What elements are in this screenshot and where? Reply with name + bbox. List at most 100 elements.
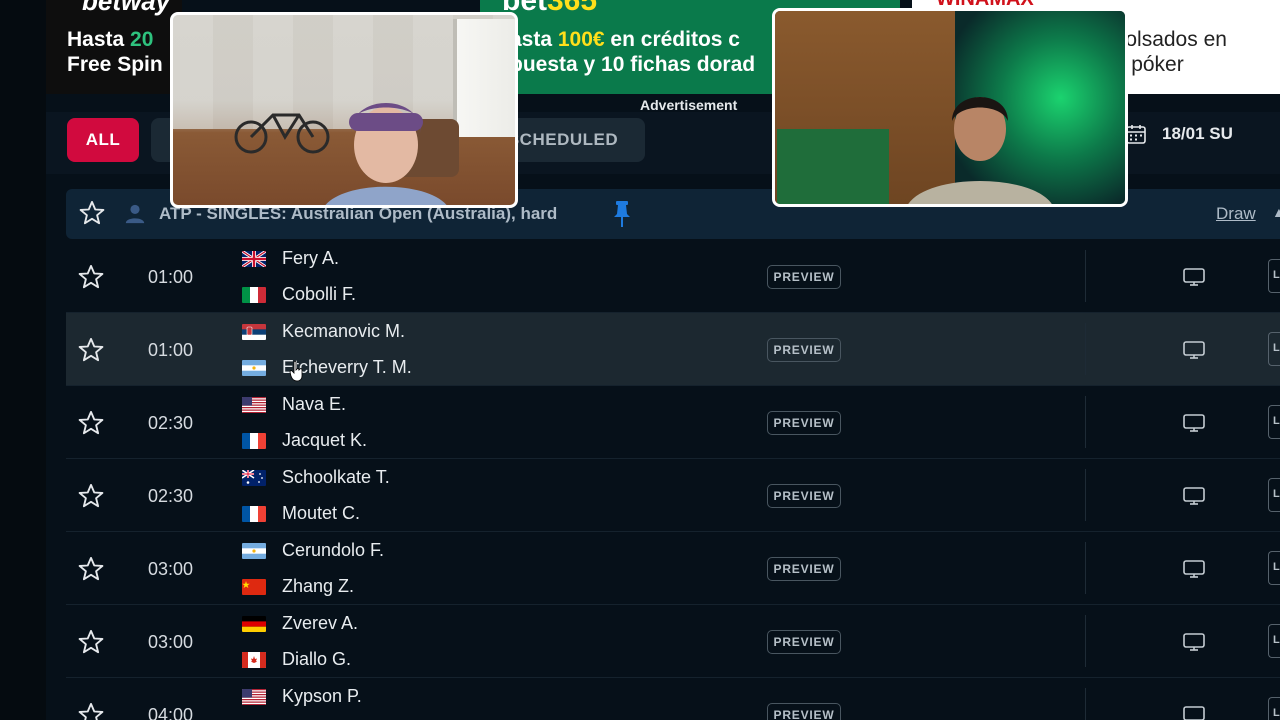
match-row[interactable]: 03:00 Zverev A. Diallo G. PREVIEW LI	[66, 605, 1280, 678]
player-home[interactable]: Nava E.	[242, 394, 346, 415]
match-time: 04:00	[148, 705, 194, 720]
column-divider	[1085, 396, 1086, 448]
ad-betway[interactable]: betway Hasta 20 Free Spin	[46, 0, 182, 94]
match-time: 01:00	[148, 340, 194, 360]
preview-button[interactable]: PREVIEW	[767, 411, 841, 435]
player-name: Zhang Z.	[282, 576, 355, 596]
left-rail	[0, 0, 46, 720]
canada-flag-icon	[242, 651, 266, 668]
live-button[interactable]: LI	[1268, 332, 1280, 366]
ad-bet365-line1: asta 100€ en créditos c	[510, 28, 740, 51]
uk-flag-icon	[242, 250, 266, 267]
match-row[interactable]: 01:00 Kecmanovic M. Etcheverry T. M. PREVIE…	[66, 313, 1280, 386]
live-button[interactable]: LI	[1268, 551, 1280, 585]
player-home[interactable]: Kypson P.	[242, 686, 362, 707]
preview-button[interactable]: PREVIEW	[767, 630, 841, 654]
match-row[interactable]: 04:00 Kypson P. PREVIEW LI	[66, 678, 1280, 720]
ad-bet365-line2: puesta y 10 fichas dorad	[510, 53, 756, 76]
italy-flag-icon	[242, 286, 266, 303]
match-time: 03:00	[148, 632, 194, 652]
player-name: Kecmanovic M.	[282, 321, 406, 341]
player-home[interactable]: Schoolkate T.	[242, 467, 390, 488]
preview-button[interactable]: PREVIEW	[767, 703, 841, 720]
page: betway Hasta 20 Free Spin bet365 asta 10…	[0, 0, 1280, 720]
match-list: 01:00 Fery A. Cobolli F. PREVIEW LI 01:00 Kecm…	[66, 240, 1280, 720]
preview-button[interactable]: PREVIEW	[767, 265, 841, 289]
match-row[interactable]: 02:30 Nava E. Jacquet K. PREVIEW LI	[66, 386, 1280, 459]
player-away[interactable]: Moutet C.	[242, 503, 360, 524]
match-time: 03:00	[148, 559, 194, 579]
china-flag-icon	[242, 578, 266, 595]
player-home[interactable]: Kecmanovic M.	[242, 321, 405, 342]
favorite-star-icon[interactable]	[77, 628, 105, 661]
live-button[interactable]: LI	[1268, 697, 1280, 720]
date-label: 18/01 SU	[1162, 124, 1233, 143]
match-row[interactable]: 01:00 Fery A. Cobolli F. PREVIEW LI	[66, 240, 1280, 313]
advertisement-label: Advertisement	[640, 97, 738, 113]
live-button[interactable]: LI	[1268, 478, 1280, 512]
argentina-flag-icon	[242, 359, 266, 376]
live-button[interactable]: LI	[1268, 405, 1280, 439]
preview-button[interactable]: PREVIEW	[767, 484, 841, 508]
match-row[interactable]: 03:00 Cerundolo F. Zhang Z. PREVIEW LI	[66, 532, 1280, 605]
column-divider	[1085, 688, 1086, 720]
preview-button[interactable]: PREVIEW	[767, 338, 841, 362]
player-away[interactable]: Etcheverry T. M.	[242, 357, 412, 378]
france-flag-icon	[242, 505, 266, 522]
argentina-flag-icon	[242, 542, 266, 559]
favorite-star-icon[interactable]	[77, 263, 105, 296]
france-flag-icon	[242, 432, 266, 449]
player-name: Jacquet K.	[282, 430, 368, 450]
favorite-star-icon[interactable]	[77, 336, 105, 369]
player-home[interactable]: Cerundolo F.	[242, 540, 384, 561]
favorite-tournament-star-icon[interactable]	[78, 199, 106, 227]
match-time: 02:30	[148, 486, 194, 506]
player-name: Cobolli F.	[282, 284, 357, 304]
tv-icon[interactable]	[1182, 412, 1206, 439]
australia-flag-icon	[242, 469, 266, 486]
favorite-star-icon[interactable]	[77, 555, 105, 588]
player-away[interactable]: Cobolli F.	[242, 284, 356, 305]
tv-icon[interactable]	[1182, 485, 1206, 512]
collapse-chevron-icon[interactable]: ▲	[1272, 204, 1280, 220]
usa-flag-icon	[242, 396, 266, 413]
tv-icon[interactable]	[1182, 631, 1206, 658]
player-name: Kypson P.	[282, 686, 362, 706]
serbia-flag-icon	[242, 323, 266, 340]
tv-icon[interactable]	[1182, 558, 1206, 585]
player-name: Zverev A.	[282, 613, 359, 633]
player-away[interactable]: Jacquet K.	[242, 430, 367, 451]
player-away[interactable]: Zhang Z.	[242, 576, 354, 597]
webcam-overlay-right	[772, 8, 1128, 207]
tv-icon[interactable]	[1182, 339, 1206, 366]
player-name: Cerundolo F.	[282, 540, 385, 560]
pin-icon[interactable]	[613, 201, 631, 227]
match-time: 02:30	[148, 413, 194, 433]
favorite-star-icon[interactable]	[77, 701, 105, 720]
match-time: 01:00	[148, 267, 194, 287]
column-divider	[1085, 615, 1086, 667]
live-button[interactable]: LI	[1268, 624, 1280, 658]
ad-betway-line1: Hasta 20	[67, 28, 154, 51]
player-name: Schoolkate T.	[282, 467, 390, 487]
filter-all-button[interactable]: ALL	[67, 118, 139, 162]
date-picker[interactable]: 18/01 SU	[1124, 122, 1233, 146]
tv-icon[interactable]	[1182, 704, 1206, 720]
player-home[interactable]: Zverev A.	[242, 613, 358, 634]
match-row[interactable]: 02:30 Schoolkate T. Moutet C. PREVIEW LI	[66, 459, 1280, 532]
preview-button[interactable]: PREVIEW	[767, 557, 841, 581]
draw-link[interactable]: Draw	[1216, 204, 1256, 224]
player-name: Moutet C.	[282, 503, 361, 523]
mouse-cursor-icon	[289, 360, 303, 382]
player-name: Nava E.	[282, 394, 347, 414]
webcam-overlay-left	[170, 12, 518, 208]
favorite-star-icon[interactable]	[77, 482, 105, 515]
live-button[interactable]: LI	[1268, 259, 1280, 293]
person-icon	[125, 204, 145, 224]
player-home[interactable]: Fery A.	[242, 248, 339, 269]
germany-flag-icon	[242, 615, 266, 632]
player-name: Fery A.	[282, 248, 340, 268]
player-away[interactable]: Diallo G.	[242, 649, 351, 670]
favorite-star-icon[interactable]	[77, 409, 105, 442]
tv-icon[interactable]	[1182, 266, 1206, 293]
